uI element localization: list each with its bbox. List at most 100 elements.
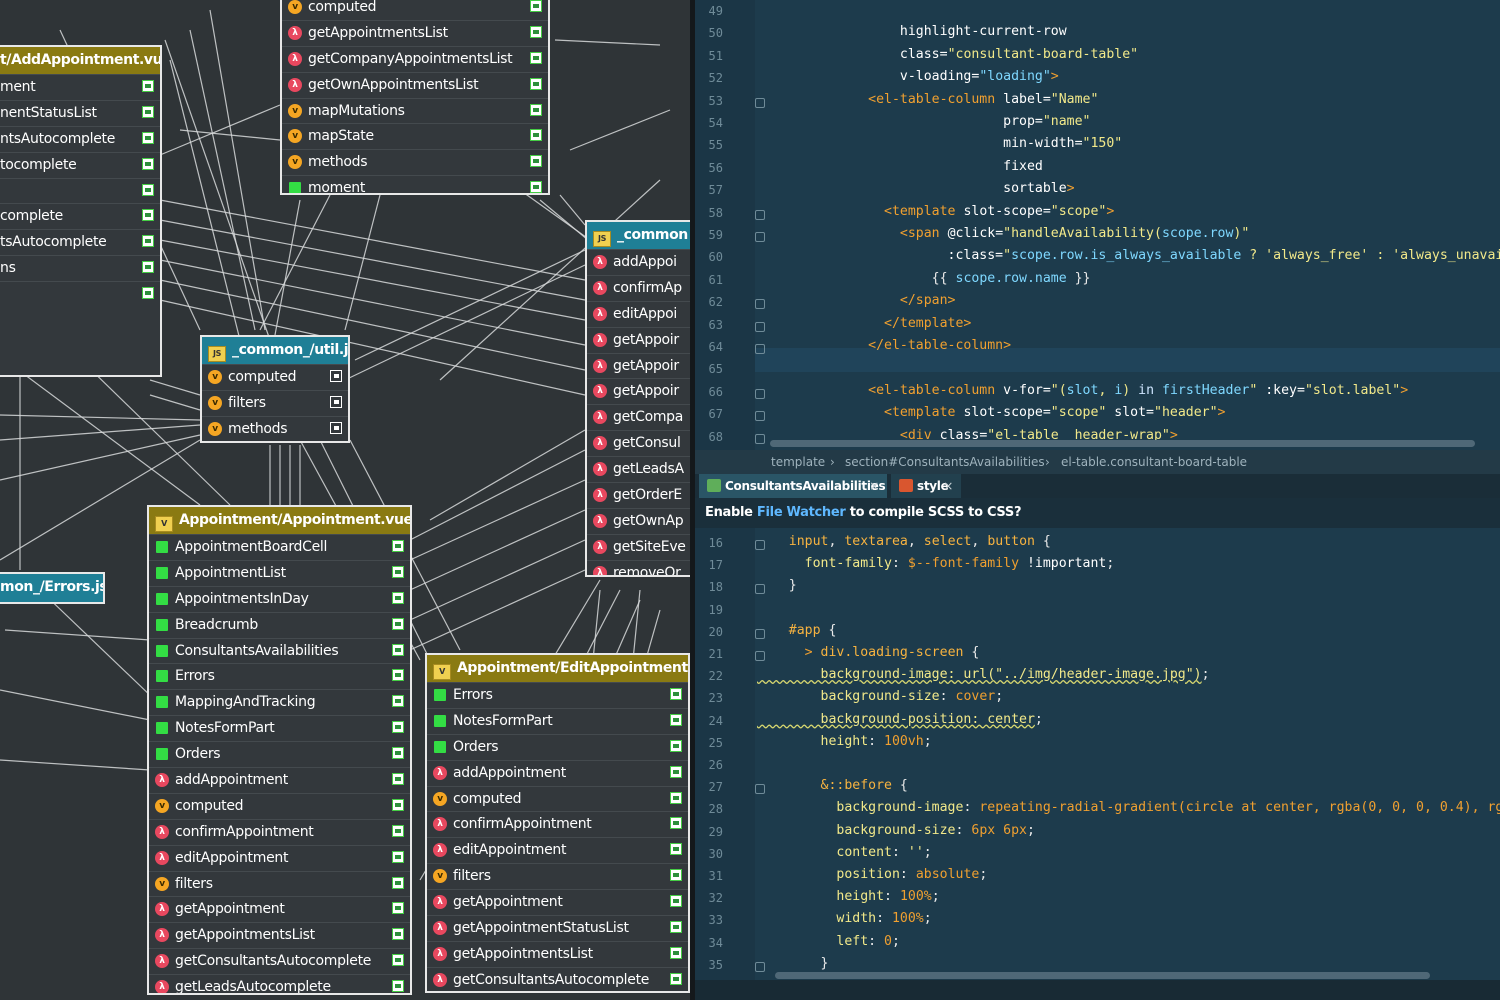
node-member[interactable]: λ getOwnAp	[587, 507, 695, 534]
code-line[interactable]: }	[757, 578, 797, 593]
node-member[interactable]: v methods	[202, 415, 348, 441]
code-line[interactable]: </el-table-column>	[757, 338, 1011, 353]
connector-port-icon[interactable]	[330, 370, 342, 382]
code-line[interactable]: class="consultant-board-table"	[757, 47, 1138, 62]
connector-port-icon[interactable]	[392, 591, 404, 604]
node-member[interactable]: Errors	[149, 663, 410, 689]
code-line[interactable]: height: 100vh;	[757, 734, 932, 749]
node-member[interactable]: v filters	[149, 870, 410, 897]
connector-port-icon[interactable]	[330, 421, 342, 434]
node-member[interactable]: v filters	[202, 389, 348, 416]
code-line[interactable]: }	[757, 956, 829, 971]
code-line[interactable]: <template slot-scope="scope">	[757, 204, 1114, 219]
node-member[interactable]: complete	[0, 203, 160, 229]
tab-consultants-availabilities[interactable]: ConsultantsAvailabilities ×	[699, 474, 887, 498]
breadcrumb-item[interactable]: template	[771, 450, 825, 474]
node-member[interactable]: λ addAppointment	[149, 767, 410, 793]
node-header[interactable]: V Appointment/EditAppointment.vue	[427, 655, 688, 682]
node-member[interactable]: AppointmentsInDay	[149, 585, 410, 612]
node-member[interactable]: λ getCompanyAppointmentsList	[282, 45, 548, 72]
code-line[interactable]: prop="name"	[757, 114, 1090, 129]
node-appointment-vue[interactable]: V Appointment/Appointment.vue Appointment…	[147, 505, 412, 995]
connector-port-icon[interactable]	[530, 25, 542, 38]
node-mixin-methods[interactable]: v computed λ getAppointmentsList λ getCompany…	[280, 0, 550, 195]
node-member[interactable]: λ addAppoi	[587, 249, 695, 275]
dependency-diagram[interactable]: t/AddAppointment.vue ment nentStatusList n…	[0, 0, 695, 1000]
node-header[interactable]: JS _common	[587, 222, 695, 249]
node-member[interactable]: tsAutocomplete	[0, 229, 160, 255]
node-member[interactable]: λ editAppointment	[427, 837, 688, 863]
connector-port-icon[interactable]	[670, 972, 682, 985]
file-watcher-link[interactable]: File Watcher	[757, 505, 846, 520]
connector-port-icon[interactable]	[392, 824, 404, 837]
code-line[interactable]: left: 0;	[757, 934, 900, 949]
code-line[interactable]: </span>	[757, 293, 956, 308]
node-member[interactable]: AppointmentBoardCell	[149, 534, 410, 560]
node-member[interactable]: λ getLeadsAutocomplete	[149, 974, 410, 993]
breadcrumb-item[interactable]: el-table.consultant-board-table	[1061, 450, 1247, 474]
node-member[interactable]: λ editAppointment	[149, 844, 410, 871]
node-member[interactable]: MappingAndTracking	[149, 689, 410, 715]
code-line[interactable]: height: 100%;	[757, 889, 939, 904]
code-line[interactable]: content: '';	[757, 845, 931, 860]
connector-port-icon[interactable]	[330, 395, 342, 408]
code-line[interactable]: <el-table-column label="Name"	[757, 92, 1098, 107]
connector-port-icon[interactable]	[670, 817, 682, 830]
code-line[interactable]: width: 100%;	[757, 911, 931, 926]
connector-port-icon[interactable]	[392, 928, 404, 941]
connector-port-icon[interactable]	[530, 181, 542, 193]
connector-port-icon[interactable]	[530, 155, 542, 168]
node-member[interactable]: NotesFormPart	[427, 707, 688, 734]
node-member[interactable]: λ addAppointment	[427, 759, 688, 786]
code-line[interactable]: </template>	[757, 316, 971, 331]
node-header[interactable]: V Appointment/Appointment.vue	[149, 507, 410, 534]
node-common-util-js[interactable]: JS _common_/util.js v computed v filters v met…	[200, 335, 350, 443]
code-line[interactable]: font-family: $--font-family !important;	[757, 556, 1115, 571]
horizontal-scrollbar[interactable]	[770, 440, 1475, 447]
node-member[interactable]: Errors	[427, 682, 688, 708]
code-line[interactable]: background-image: repeating-radial-gradi…	[757, 800, 1500, 815]
connector-port-icon[interactable]	[392, 798, 404, 811]
node-member[interactable]: λ getOwnAppointmentsList	[282, 71, 548, 98]
node-member[interactable]: λ getCompa	[587, 404, 695, 430]
node-member[interactable]: λ confirmAp	[587, 274, 695, 301]
node-member[interactable]: λ confirmAppointment	[427, 811, 688, 837]
connector-port-icon[interactable]	[670, 765, 682, 778]
code-line[interactable]: <el-table-column v-for="(slot, i) in fir…	[757, 383, 1408, 398]
node-member[interactable]: λ getAppointmentsList	[427, 940, 688, 967]
node-member[interactable]: ment	[0, 74, 160, 100]
connector-port-icon[interactable]	[142, 261, 154, 274]
connector-port-icon[interactable]	[392, 954, 404, 967]
connector-port-icon[interactable]	[670, 791, 682, 804]
code-line[interactable]: :class="scope.row.is_always_available ? …	[757, 248, 1500, 263]
node-edit-appointment-vue[interactable]: V Appointment/EditAppointment.vue Errors N…	[425, 653, 690, 993]
node-member[interactable]	[0, 177, 160, 204]
connector-port-icon[interactable]	[142, 131, 154, 144]
node-member[interactable]: Breadcrumb	[149, 611, 410, 638]
node-member[interactable]: λ getAppointment	[427, 889, 688, 915]
connector-port-icon[interactable]	[530, 77, 542, 90]
code-line[interactable]: input, textarea, select, button {	[757, 534, 1051, 549]
editor-pane-template[interactable]: 49 50 highlight-current-row 51 class="cons…	[695, 0, 1500, 450]
node-member[interactable]: moment	[282, 175, 548, 193]
connector-port-icon[interactable]	[670, 843, 682, 856]
node-header[interactable]: t/AddAppointment.vue	[0, 47, 160, 74]
node-member[interactable]: ns	[0, 255, 160, 281]
connector-port-icon[interactable]	[670, 869, 682, 882]
connector-port-icon[interactable]	[530, 103, 542, 116]
node-member[interactable]: Orders	[427, 733, 688, 760]
node-member[interactable]: λ getAppointment	[149, 896, 410, 922]
node-header[interactable]: JS _common_/util.js	[202, 337, 348, 364]
connector-port-icon[interactable]	[142, 183, 154, 196]
connector-port-icon[interactable]	[392, 565, 404, 578]
breadcrumb-item[interactable]: section#ConsultantsAvailabilities	[845, 450, 1045, 474]
code-editor[interactable]: 49 50 highlight-current-row 51 class="cons…	[695, 0, 1500, 1000]
code-line[interactable]: background-size: 6px 6px;	[757, 823, 1035, 838]
connector-port-icon[interactable]	[530, 0, 542, 12]
connector-port-icon[interactable]	[142, 80, 154, 92]
node-member[interactable]: v computed	[149, 792, 410, 819]
connector-port-icon[interactable]	[392, 902, 404, 915]
connector-port-icon[interactable]	[670, 739, 682, 752]
connector-port-icon[interactable]	[392, 876, 404, 889]
node-member[interactable]	[0, 281, 160, 307]
